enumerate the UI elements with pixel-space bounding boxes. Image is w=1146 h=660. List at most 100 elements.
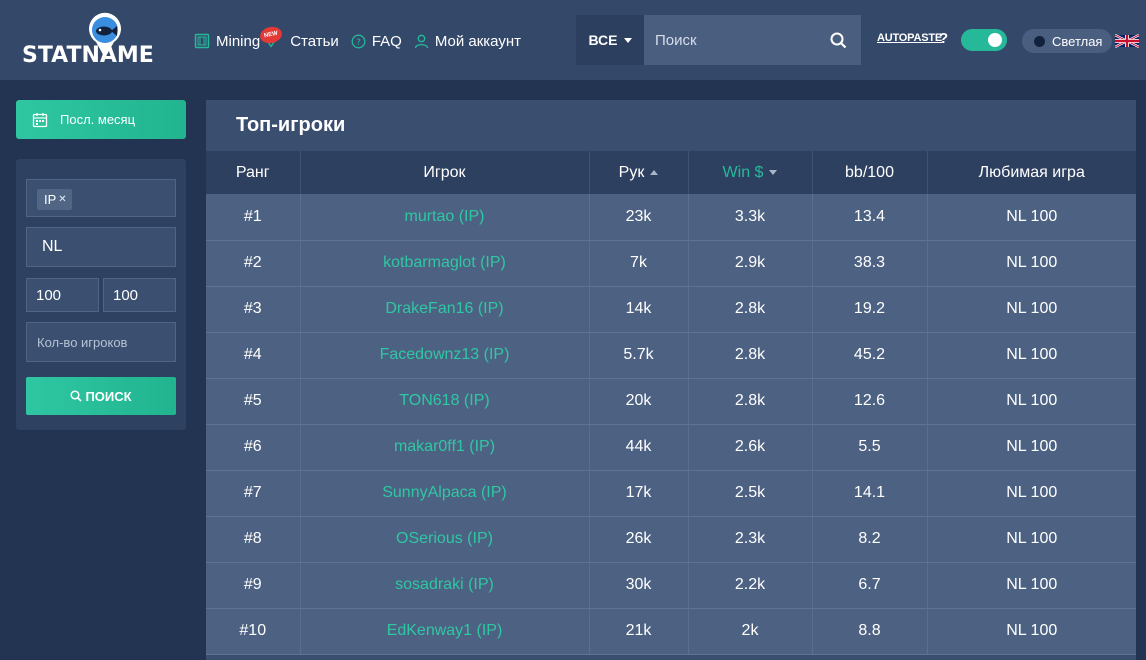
cell-game: NL 100 bbox=[927, 424, 1136, 471]
table-row[interactable]: #2 kotbarmaglot (IP) 7k 2.9k 38.3 NL 100 bbox=[206, 240, 1136, 287]
player-link[interactable]: murtao (IP) bbox=[404, 208, 484, 225]
cell-bb100: 8.2 bbox=[812, 516, 928, 563]
col-favorite-game[interactable]: Любимая игра bbox=[927, 151, 1136, 194]
table-row[interactable]: #6 makar0ff1 (IP) 44k 2.6k 5.5 NL 100 bbox=[206, 424, 1136, 471]
table-row[interactable]: #10 EdKenway1 (IP) 21k 2k 8.8 NL 100 bbox=[206, 608, 1136, 655]
table-row[interactable]: #7 SunnyAlpaca (IP) 17k 2.5k 14.1 NL 100 bbox=[206, 470, 1136, 517]
search-scope-dropdown[interactable]: ВСЕ bbox=[576, 15, 644, 65]
cell-rank: #5 bbox=[206, 378, 301, 425]
uk-flag-icon[interactable] bbox=[1115, 34, 1139, 48]
search-icon[interactable] bbox=[830, 32, 847, 54]
remove-tag-icon[interactable]: ✕ bbox=[58, 194, 66, 205]
cell-game: NL 100 bbox=[927, 332, 1136, 379]
cell-game: NL 100 bbox=[927, 562, 1136, 609]
cell-win: 2.8k bbox=[688, 286, 813, 333]
player-link[interactable]: DrakeFan16 (IP) bbox=[385, 300, 503, 317]
autopaste-help[interactable]: ? bbox=[939, 30, 948, 47]
chevron-down-icon bbox=[623, 37, 632, 43]
autopaste-link[interactable]: AUTOPASTE bbox=[877, 32, 942, 44]
cell-bb100: 19.2 bbox=[812, 286, 928, 333]
player-link[interactable]: sosadraki (IP) bbox=[395, 576, 494, 593]
cell-bb100: 5.5 bbox=[812, 424, 928, 471]
col-rank[interactable]: Ранг bbox=[206, 151, 301, 194]
players-count-field[interactable] bbox=[26, 322, 176, 362]
theme-switch-button[interactable]: Светлая bbox=[1022, 29, 1112, 53]
period-button[interactable]: Посл. месяц bbox=[16, 100, 186, 139]
col-player[interactable]: Игрок bbox=[300, 151, 590, 194]
nav-mining-label: Mining bbox=[216, 32, 261, 50]
player-link[interactable]: SunnyAlpaca (IP) bbox=[382, 484, 507, 501]
mining-icon bbox=[194, 33, 210, 49]
nav-faq-label: FAQ bbox=[371, 32, 402, 50]
calendar-icon bbox=[32, 112, 48, 128]
top-players-panel: Топ-игроки Ранг Игрок Рук Win $ bb/100 Л… bbox=[206, 100, 1136, 660]
game-input[interactable] bbox=[27, 228, 175, 266]
cell-game: NL 100 bbox=[927, 516, 1136, 563]
period-label: Посл. месяц bbox=[60, 112, 136, 127]
cell-game: NL 100 bbox=[927, 378, 1136, 425]
nav-account[interactable]: Мой аккаунт bbox=[414, 33, 521, 50]
cell-rank: #2 bbox=[206, 240, 301, 287]
table-row[interactable]: #3 DrakeFan16 (IP) 14k 2.8k 19.2 NL 100 bbox=[206, 286, 1136, 333]
filter-search-button[interactable]: ПОИСК bbox=[26, 377, 176, 415]
table-row[interactable]: #8 OSerious (IP) 26k 2.3k 8.2 NL 100 bbox=[206, 516, 1136, 563]
players-count-input[interactable] bbox=[27, 323, 175, 361]
search-box bbox=[644, 15, 861, 65]
table-row[interactable]: #9 sosadraki (IP) 30k 2.2k 6.7 NL 100 bbox=[206, 562, 1136, 609]
col-win[interactable]: Win $ bbox=[688, 151, 813, 194]
nav-faq[interactable]: ? FAQ bbox=[351, 33, 402, 50]
cell-player: SunnyAlpaca (IP) bbox=[300, 470, 590, 517]
cell-hands: 14k bbox=[589, 286, 689, 333]
table-row[interactable]: #5 TON618 (IP) 20k 2.8k 12.6 NL 100 bbox=[206, 378, 1136, 425]
col-bb100-label: bb/100 bbox=[845, 163, 894, 181]
col-rank-label: Ранг bbox=[235, 163, 270, 181]
theme-label: Светлая bbox=[1052, 33, 1103, 49]
search-input[interactable] bbox=[644, 15, 861, 65]
cell-player: EdKenway1 (IP) bbox=[300, 608, 590, 655]
player-link[interactable]: EdKenway1 (IP) bbox=[387, 622, 503, 639]
player-link[interactable]: makar0ff1 (IP) bbox=[394, 438, 495, 455]
site-filter[interactable]: IP ✕ bbox=[26, 179, 176, 217]
player-link[interactable]: TON618 (IP) bbox=[399, 392, 489, 409]
col-bb100[interactable]: bb/100 bbox=[812, 151, 928, 194]
nav-account-label: Мой аккаунт bbox=[434, 32, 522, 50]
page-title: Топ-игроки bbox=[236, 114, 346, 136]
toggle-knob bbox=[988, 33, 1002, 47]
cell-win: 2k bbox=[688, 608, 813, 655]
table-row[interactable]: #1 murtao (IP) 23k 3.3k 13.4 NL 100 bbox=[206, 194, 1136, 241]
nav-articles[interactable]: Статьи bbox=[290, 33, 339, 50]
cell-rank: #9 bbox=[206, 562, 301, 609]
nav-mining[interactable]: Mining NEW bbox=[194, 24, 284, 50]
limit-to-input[interactable] bbox=[104, 279, 175, 311]
col-hands[interactable]: Рук bbox=[589, 151, 689, 194]
player-link[interactable]: kotbarmaglot (IP) bbox=[383, 254, 506, 271]
col-favorite-game-label: Любимая игра bbox=[978, 163, 1085, 181]
cell-player: OSerious (IP) bbox=[300, 516, 590, 563]
cell-rank: #8 bbox=[206, 516, 301, 563]
player-link[interactable]: Facedownz13 (IP) bbox=[380, 346, 510, 363]
statname-logo[interactable]: STATNAME bbox=[22, 12, 154, 68]
svg-text:?: ? bbox=[356, 38, 361, 48]
filter-panel: IP ✕ ПОИСК bbox=[16, 159, 186, 430]
cell-game: NL 100 bbox=[927, 240, 1136, 287]
cell-player: TON618 (IP) bbox=[300, 378, 590, 425]
cell-bb100: 14.1 bbox=[812, 470, 928, 517]
cell-rank: #6 bbox=[206, 424, 301, 471]
game-filter[interactable] bbox=[26, 227, 176, 267]
cell-rank: #10 bbox=[206, 608, 301, 655]
faq-icon: ? bbox=[351, 34, 366, 49]
main-nav: Mining NEW Статьи ? FAQ Мой аккаунт bbox=[194, 24, 533, 52]
cell-win: 2.8k bbox=[688, 332, 813, 379]
cell-win: 2.3k bbox=[688, 516, 813, 563]
cell-win: 2.9k bbox=[688, 240, 813, 287]
limit-from-input[interactable] bbox=[27, 279, 98, 311]
player-link[interactable]: OSerious (IP) bbox=[396, 530, 493, 547]
cell-win: 2.6k bbox=[688, 424, 813, 471]
table-row[interactable]: #4 Facedownz13 (IP) 5.7k 2.8k 45.2 NL 100 bbox=[206, 332, 1136, 379]
limit-from-field[interactable] bbox=[26, 278, 99, 312]
autopaste-toggle[interactable] bbox=[961, 29, 1007, 51]
col-win-label: Win $ bbox=[722, 163, 764, 181]
cell-player: DrakeFan16 (IP) bbox=[300, 286, 590, 333]
limit-to-field[interactable] bbox=[103, 278, 176, 312]
col-hands-label: Рук bbox=[618, 163, 645, 181]
